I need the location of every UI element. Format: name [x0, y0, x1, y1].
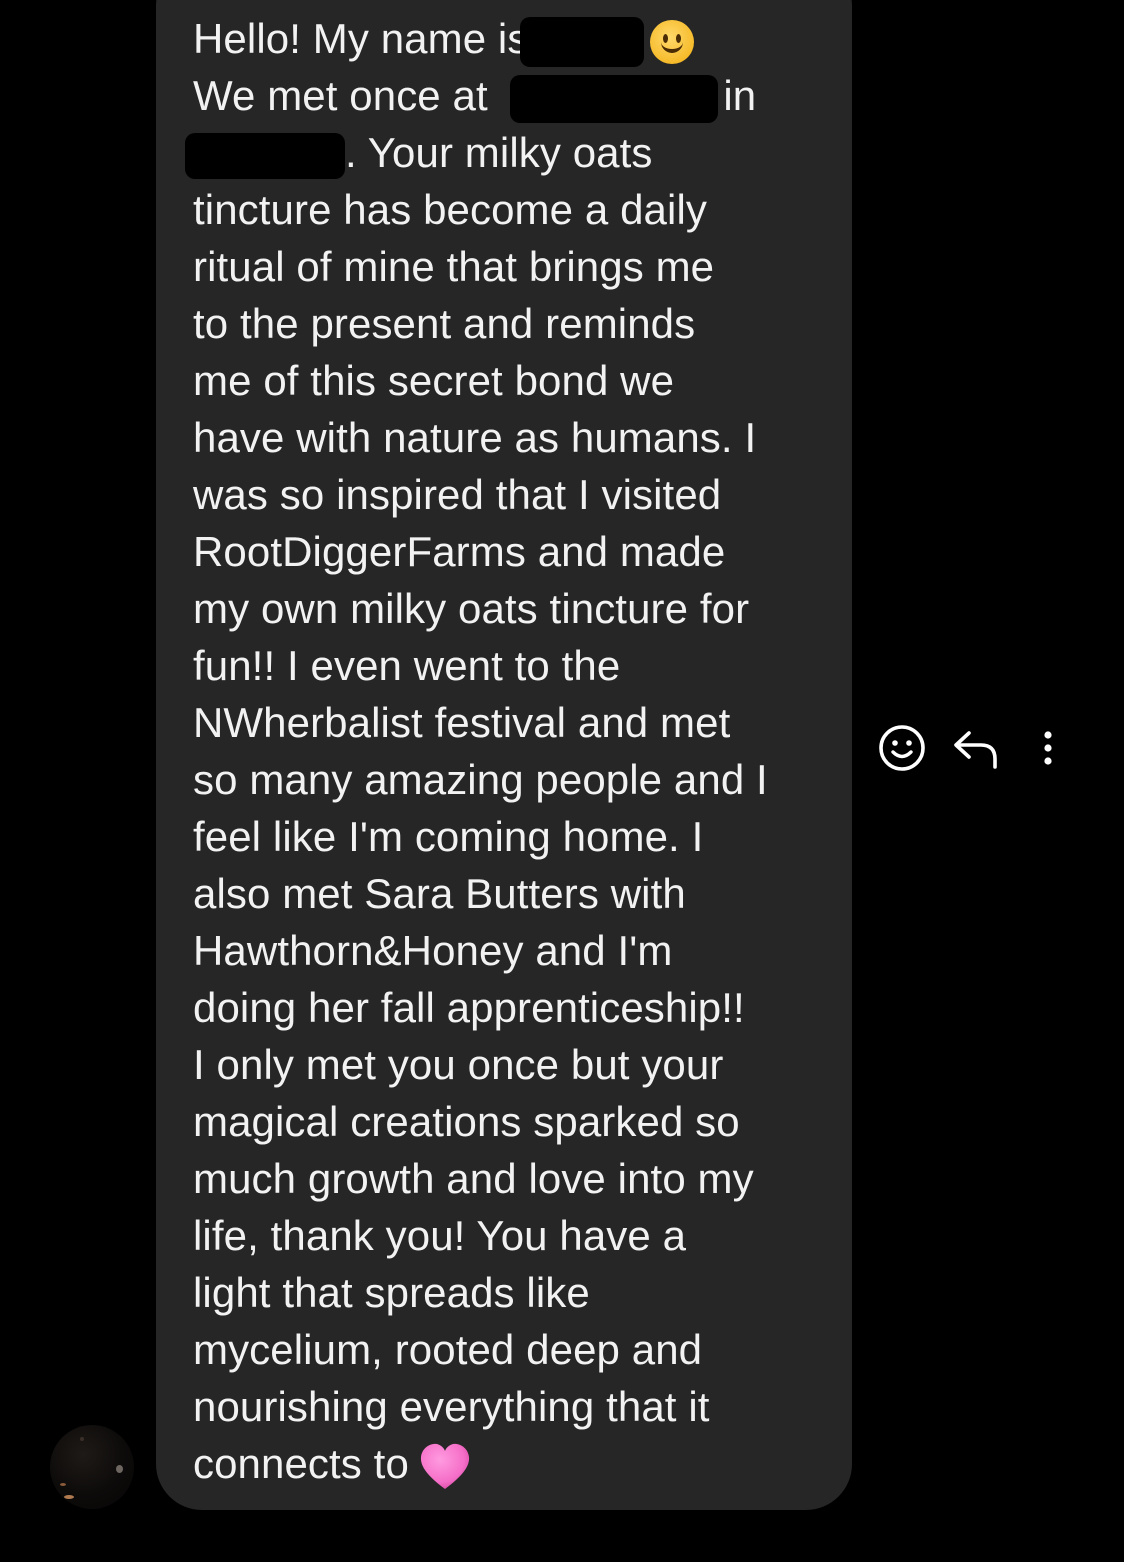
redacted-name	[520, 16, 645, 67]
message-line: have with nature as humans. I	[193, 414, 757, 461]
message-line: connects to	[193, 1435, 833, 1492]
message-text-segment: . Your milky oats	[345, 129, 653, 176]
message-line: NWherbalist festival and met	[193, 699, 731, 746]
message-line: life, thank you! You have a	[193, 1212, 687, 1259]
more-options-button[interactable]	[1022, 722, 1074, 774]
message-line: magical creations sparked so	[193, 1098, 740, 1145]
message-line: also met Sara Butters with	[193, 870, 686, 917]
redacted-place	[509, 74, 718, 123]
message-line: doing her fall apprenticeship!!	[193, 984, 745, 1031]
message-line: Hello! My name is	[193, 10, 833, 67]
message-text-segment: connects to	[193, 1440, 409, 1487]
redacted-location	[185, 132, 345, 179]
sender-avatar[interactable]	[50, 1425, 134, 1509]
message-text-segment: Hello! My name is	[193, 15, 529, 62]
pink-heart-icon	[420, 1443, 469, 1489]
message-text-segment: We met once at	[193, 72, 500, 119]
more-options-icon	[1044, 731, 1052, 765]
message-line: tincture has become a daily	[193, 186, 707, 233]
message-line: much growth and love into my	[193, 1155, 754, 1202]
message-text: Hello! My name is We met once at in . Yo…	[185, 10, 833, 1492]
message-line: RootDiggerFarms and made	[193, 528, 726, 575]
message-line: fun!! I even went to the	[193, 642, 621, 689]
message-line: light that spreads like	[193, 1269, 590, 1316]
message-line: feel like I'm coming home. I	[193, 813, 704, 860]
message-line: Hawthorn&Honey and I'm	[193, 927, 673, 974]
message-line: so many amazing people and I	[193, 756, 768, 803]
chat-thread: Hello! My name is We met once at in . Yo…	[0, 0, 1124, 1562]
message-line: me of this secret bond we	[193, 357, 675, 404]
reply-icon	[954, 731, 997, 769]
message-line: We met once at in	[193, 67, 833, 124]
message-line: ritual of mine that brings me	[193, 243, 715, 290]
message-line: nourishing everything that it	[193, 1383, 710, 1430]
reply-button[interactable]	[950, 722, 1002, 774]
emoji-react-icon	[879, 725, 925, 771]
message-line: my own milky oats tincture for	[193, 585, 750, 632]
message-line: was so inspired that I visited	[193, 471, 722, 518]
message-line: mycelium, rooted deep and	[193, 1326, 703, 1373]
message-text-segment: in	[711, 72, 757, 119]
slightly-smiling-face-icon	[650, 19, 695, 64]
message-line: . Your milky oats	[185, 124, 833, 181]
message-line: to the present and reminds	[193, 300, 696, 347]
message-line: I only met you once but your	[193, 1041, 724, 1088]
react-button[interactable]	[876, 722, 928, 774]
